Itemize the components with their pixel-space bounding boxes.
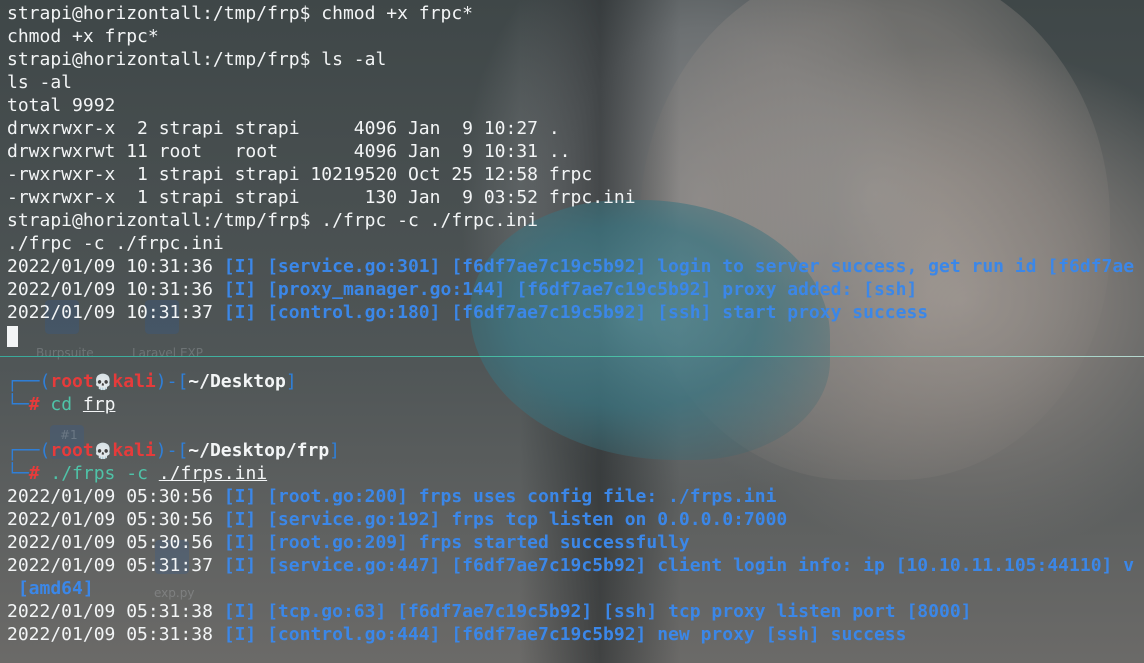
log-timestamp: 2022/01/09 05:31:38 [7,624,213,645]
log-message: [I] [control.go:180] [f6df7ae7c19c5b92] … [212,302,929,323]
prompt-line: ┌──(root💀kali)-[~/Desktop/frp] [7,440,341,461]
command-arg: ./frps.ini [158,463,268,484]
terminal-line: ls -al [7,72,73,93]
prompt-path: ~/Desktop/frp [188,440,330,461]
terminal-line: drwxrwxrwt 11 root root 4096 Jan 9 10:31… [7,141,571,162]
log-message: [I] [root.go:209] frps started successfu… [212,532,690,553]
prompt-host: kali [112,371,156,392]
terminal-line: strapi@horizontall:/tmp/frp$ ./frpc -c .… [7,210,539,231]
command: cd [50,394,73,415]
log-line: 2022/01/09 05:30:56 [I] [service.go:192]… [7,508,787,531]
terminal-pane-bottom[interactable]: ┌──(root💀kali)-[~/Desktop] └─# cd frp ┌─… [0,360,1144,663]
command-line: └─# ./frps -c ./frps.ini [7,463,268,484]
log-timestamp: 2022/01/09 10:31:37 [7,302,213,323]
terminal-line: strapi@horizontall:/tmp/frp$ chmod +x fr… [7,3,473,24]
log-line: 2022/01/09 10:31:36 [I] [proxy_manager.g… [7,278,917,301]
log-line: 2022/01/09 05:31:38 [I] [control.go:444]… [7,623,906,646]
log-message: [I] [control.go:444] [f6df7ae7c19c5b92] … [212,624,907,645]
pane-divider[interactable] [0,356,1144,357]
log-message: [I] [service.go:192] frps tcp listen on … [212,509,788,530]
prompt-user: root [50,371,94,392]
log-timestamp: 2022/01/09 10:31:36 [7,256,213,277]
terminal-line: -rwxrwxr-x 1 strapi strapi 10219520 Oct … [7,164,593,185]
log-line: 2022/01/09 05:31:37 [I] [service.go:447]… [7,554,1134,577]
terminal-line: ./frpc -c ./frpc.ini [7,233,224,254]
command-line: └─# cd frp [7,394,116,415]
log-message: [I] [root.go:200] frps uses config file:… [212,486,777,507]
prompt-line: ┌──(root💀kali)-[~/Desktop] [7,371,297,392]
log-message: [I] [service.go:447] [f6df7ae7c19c5b92] … [212,555,1135,576]
log-line: 2022/01/09 05:30:56 [I] [root.go:200] fr… [7,485,776,508]
log-line: [amd64] [7,577,94,600]
log-timestamp: 2022/01/09 05:30:56 [7,532,213,553]
log-timestamp: 2022/01/09 10:31:36 [7,279,213,300]
terminal-line: total 9992 [7,95,116,116]
prompt-path: ~/Desktop [188,371,286,392]
log-line: 2022/01/09 10:31:36 [I] [service.go:301]… [7,255,1134,278]
log-message: [I] [tcp.go:63] [f6df7ae7c19c5b92] [ssh]… [212,601,972,622]
skull-icon: 💀 [93,442,113,460]
terminal-line: drwxrwxr-x 2 strapi strapi 4096 Jan 9 10… [7,118,560,139]
prompt-user: root [50,440,94,461]
log-timestamp: 2022/01/09 05:31:37 [7,555,213,576]
skull-icon: 💀 [93,373,113,391]
terminal-pane-top[interactable]: strapi@horizontall:/tmp/frp$ chmod +x fr… [0,0,1144,352]
terminal-cursor [7,326,18,347]
log-line: 2022/01/09 05:31:38 [I] [tcp.go:63] [f6d… [7,600,972,623]
prompt-host: kali [112,440,156,461]
terminal-line: -rwxrwxr-x 1 strapi strapi 130 Jan 9 03:… [7,187,636,208]
terminal-line: strapi@horizontall:/tmp/frp$ ls -al [7,49,387,70]
log-message: [I] [service.go:301] [f6df7ae7c19c5b92] … [212,256,1135,277]
log-timestamp: 2022/01/09 05:30:56 [7,509,213,530]
log-message: [I] [proxy_manager.go:144] [f6df7ae7c19c… [212,279,918,300]
log-line: 2022/01/09 05:30:56 [I] [root.go:209] fr… [7,531,690,554]
log-message: [amd64] [7,578,94,599]
command-arg: frp [82,394,116,415]
command: ./frps -c [50,463,148,484]
terminal-line: chmod +x frpc* [7,26,159,47]
log-timestamp: 2022/01/09 05:30:56 [7,486,213,507]
log-timestamp: 2022/01/09 05:31:38 [7,601,213,622]
log-line: 2022/01/09 10:31:37 [I] [control.go:180]… [7,301,928,324]
